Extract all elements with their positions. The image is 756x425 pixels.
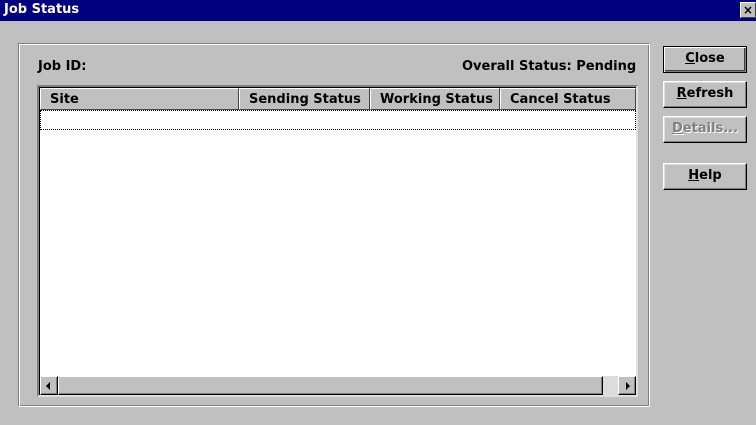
scroll-left-arrow-icon — [46, 382, 50, 390]
title-bar — [0, 0, 756, 21]
column-header-cancel-status[interactable]: Cancel Status — [500, 88, 636, 110]
scroll-right-button[interactable] — [618, 376, 636, 395]
column-header-working-status[interactable]: Working Status — [370, 88, 500, 110]
close-icon[interactable]: × — [740, 2, 756, 18]
help-button[interactable]: Help — [663, 163, 747, 190]
scroll-right-arrow-icon — [626, 382, 630, 390]
horizontal-scrollbar[interactable] — [40, 376, 636, 395]
help-button-mnemonic: H — [688, 168, 700, 183]
window-title: Job Status — [4, 2, 80, 17]
refresh-button[interactable]: Refresh — [663, 81, 747, 108]
focused-row[interactable] — [40, 110, 636, 130]
refresh-button-label: efresh — [686, 86, 734, 101]
details-button-label: etails... — [682, 121, 739, 136]
scroll-thumb[interactable] — [58, 376, 603, 395]
site-status-list-body[interactable]: Site Sending Status Working Status Cance… — [39, 87, 636, 395]
column-header-sending-status[interactable]: Sending Status — [239, 88, 370, 110]
scroll-left-button[interactable] — [40, 376, 58, 395]
column-header-site[interactable]: Site — [40, 88, 239, 110]
close-button-label: lose — [694, 51, 725, 66]
help-button-label: elp — [699, 168, 722, 183]
details-button[interactable]: Details... — [663, 116, 747, 143]
overall-status-label: Overall Status: Pending — [462, 59, 637, 74]
job-id-label: Job ID: — [38, 59, 87, 74]
details-button-mnemonic: D — [671, 121, 683, 136]
close-button[interactable]: Close — [663, 46, 747, 73]
refresh-button-mnemonic: R — [676, 86, 687, 101]
close-button-mnemonic: C — [685, 51, 695, 66]
